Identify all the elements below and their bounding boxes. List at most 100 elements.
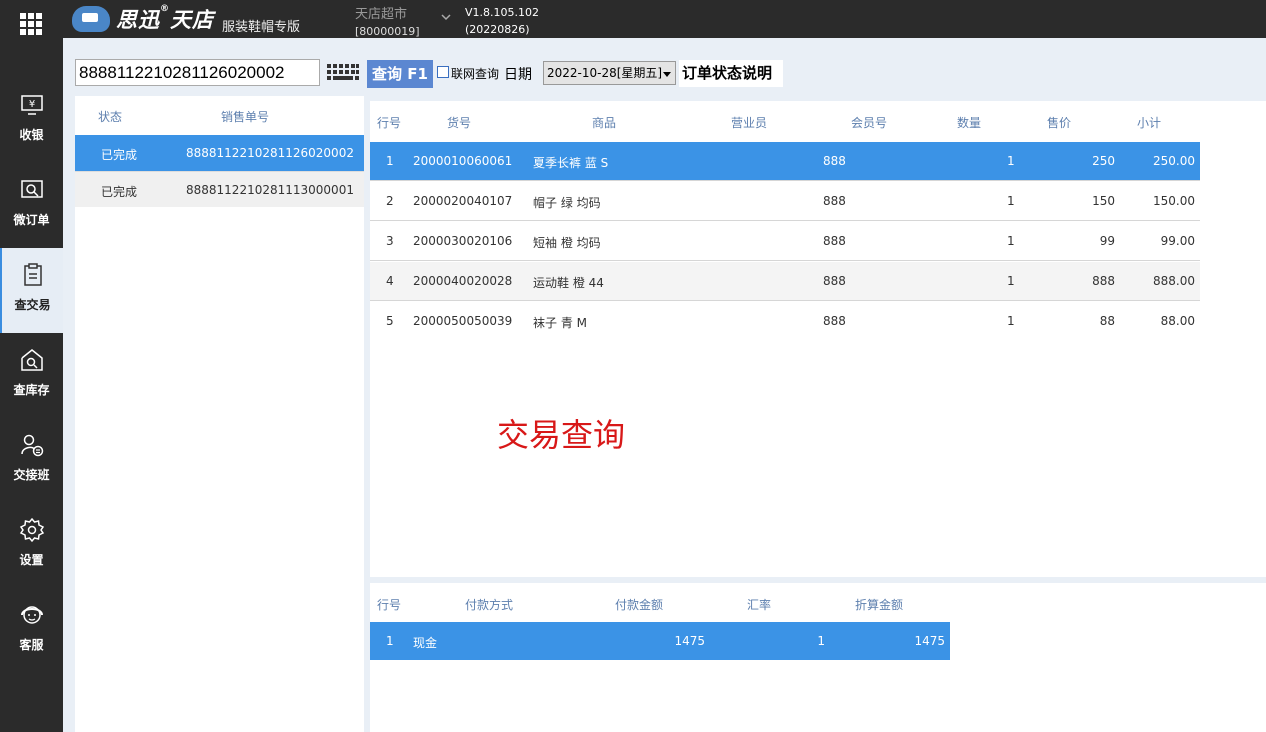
- net-query-label: 联网查询: [451, 67, 500, 81]
- cell-line: 3: [386, 234, 394, 248]
- cell-subtotal: 150.00: [1153, 194, 1195, 208]
- cell-price: 150: [1092, 194, 1115, 208]
- cell-line: 5: [386, 314, 394, 328]
- cell-pay-method: 现金: [413, 636, 438, 650]
- gear-icon: [19, 517, 44, 543]
- table-row[interactable]: 5 2000050050039 袜子 青 M 888 1 88 88.00: [370, 302, 1200, 341]
- net-query-checkbox[interactable]: [437, 66, 449, 78]
- header-line: 行号: [377, 116, 402, 130]
- order-row[interactable]: 已完成 8888112210281113000001: [75, 171, 364, 207]
- support-headset-icon: [20, 606, 43, 624]
- cell-clerk: 888: [823, 314, 846, 328]
- cell-converted: 1475: [914, 634, 945, 648]
- cell-product: 帽子 绿 均码: [533, 196, 601, 210]
- overlay-caption: 交易查询: [497, 416, 626, 454]
- logo-brand: 思迅®天店: [116, 4, 214, 32]
- cell-subtotal: 99.00: [1160, 234, 1195, 248]
- sidebar-item-customer-service[interactable]: 客服: [0, 588, 63, 673]
- header-subtotal: 小计: [1137, 116, 1162, 130]
- cell-price: 88: [1099, 314, 1115, 328]
- cell-code: 2000020040107: [413, 194, 513, 208]
- sidebar-item-micro-order[interactable]: 微订单: [0, 163, 63, 248]
- order-row[interactable]: 已完成 8888112210281126020002: [75, 135, 364, 171]
- order-list: 状态 销售单号 已完成 8888112210281126020002 已完成 8…: [75, 96, 364, 732]
- table-row[interactable]: 2 2000020040107 帽子 绿 均码 888 1 150 150.00: [370, 182, 1200, 221]
- cell-clerk: 888: [823, 194, 846, 208]
- date-value: 2022-10-28[星期五]: [547, 66, 663, 80]
- sidebar-item-label: 设置: [19, 553, 44, 567]
- sidebar-item-query-inventory[interactable]: 查库存: [0, 333, 63, 418]
- cell-line: 4: [386, 274, 394, 288]
- version-build: (20220826): [465, 23, 530, 36]
- shift-handover-icon: [20, 434, 43, 457]
- sidebar: ¥ 收银 微订单 查交易 查库存 交接班 设置 客服: [0, 38, 63, 732]
- cell-product: 运动鞋 橙 44: [533, 276, 604, 290]
- cell-clerk: 888: [823, 154, 846, 168]
- header-pay-amount: 付款金额: [615, 598, 664, 612]
- order-status: 已完成: [101, 185, 138, 199]
- header-rate: 汇率: [747, 598, 772, 612]
- payment-row[interactable]: 1 现金 1475 1 1475: [370, 622, 950, 660]
- header-qty: 数量: [957, 116, 982, 130]
- cell-product: 短袖 橙 均码: [533, 236, 601, 250]
- warehouse-search-icon: [20, 349, 43, 371]
- cell-product: 夏季长裤 蓝 S: [533, 156, 609, 170]
- sidebar-item-label: 查交易: [14, 298, 51, 312]
- query-button[interactable]: 查询 F1: [367, 60, 433, 88]
- cell-qty: 1: [1007, 154, 1015, 168]
- version-number: V1.8.105.102: [465, 6, 540, 19]
- order-list-header: 状态 销售单号: [75, 96, 364, 134]
- top-bar: 思迅®天店 服装鞋帽专版 天店超市 [80000019] V1.8.105.10…: [0, 0, 1266, 38]
- date-select[interactable]: 2022-10-28[星期五]: [543, 61, 676, 85]
- cell-code: 2000040020028: [413, 274, 513, 288]
- header-clerk: 营业员: [731, 116, 768, 130]
- sidebar-item-query-transactions[interactable]: 查交易: [0, 248, 63, 333]
- sidebar-item-label: 客服: [19, 638, 44, 652]
- cell-subtotal: 88.00: [1160, 314, 1195, 328]
- sidebar-item-label: 微订单: [13, 213, 50, 227]
- sidebar-item-cashier[interactable]: ¥ 收银: [0, 78, 63, 163]
- table-row[interactable]: 1 2000010060061 夏季长裤 蓝 S 888 1 250 250.0…: [370, 142, 1200, 181]
- header-pay-method: 付款方式: [465, 598, 514, 612]
- sidebar-item-shift-handover[interactable]: 交接班: [0, 418, 63, 503]
- yuan-screen-icon: ¥: [20, 95, 43, 115]
- store-name: 天店超市: [355, 7, 408, 22]
- keyboard-icon[interactable]: [326, 63, 360, 81]
- store-code: [80000019]: [355, 25, 420, 38]
- order-number: 8888112210281126020002: [186, 146, 354, 160]
- cell-price: 250: [1092, 154, 1115, 168]
- header-member: 会员号: [851, 116, 888, 130]
- date-label: 日期: [504, 67, 532, 83]
- sidebar-item-label: 查库存: [13, 383, 50, 397]
- cell-line: 2: [386, 194, 394, 208]
- app-grid-icon[interactable]: [20, 13, 42, 35]
- cell-code: 2000050050039: [413, 314, 513, 328]
- order-status: 已完成: [101, 148, 138, 162]
- order-number: 8888112210281113000001: [186, 183, 354, 197]
- cell-qty: 1: [1007, 194, 1015, 208]
- cell-qty: 1: [1007, 234, 1015, 248]
- table-row[interactable]: 3 2000030020106 短袖 橙 均码 888 1 99 99.00: [370, 222, 1200, 261]
- cell-product: 袜子 青 M: [533, 316, 587, 330]
- cell-pay-amount: 1475: [674, 634, 705, 648]
- header-price: 售价: [1047, 116, 1072, 130]
- order-status-help-button[interactable]: 订单状态说明: [679, 60, 783, 87]
- cell-code: 2000010060061: [413, 154, 513, 168]
- app-logo: 思迅®天店 服装鞋帽专版: [72, 4, 301, 35]
- header-order-no: 销售单号: [221, 110, 270, 124]
- cell-clerk: 888: [823, 274, 846, 288]
- svg-text:¥: ¥: [28, 99, 34, 110]
- sidebar-item-settings[interactable]: 设置: [0, 503, 63, 588]
- chevron-down-icon[interactable]: [440, 11, 452, 23]
- table-row[interactable]: 4 2000040020028 运动鞋 橙 44 888 1 888 888.0…: [370, 262, 1200, 301]
- store-info[interactable]: 天店超市 [80000019]: [355, 3, 420, 38]
- shopping-cart-icon: [72, 6, 110, 32]
- order-search-icon: [20, 180, 43, 198]
- cell-price: 99: [1099, 234, 1115, 248]
- cell-price: 888: [1092, 274, 1115, 288]
- header-status: 状态: [98, 110, 123, 124]
- order-number-input[interactable]: 8888112210281126020002: [75, 59, 320, 86]
- payment-table: 行号 付款方式 付款金额 汇率 折算金额 1 现金 1475 1 1475: [370, 583, 1266, 732]
- cell-subtotal: 888.00: [1153, 274, 1195, 288]
- logo-edition: 服装鞋帽专版: [222, 19, 301, 35]
